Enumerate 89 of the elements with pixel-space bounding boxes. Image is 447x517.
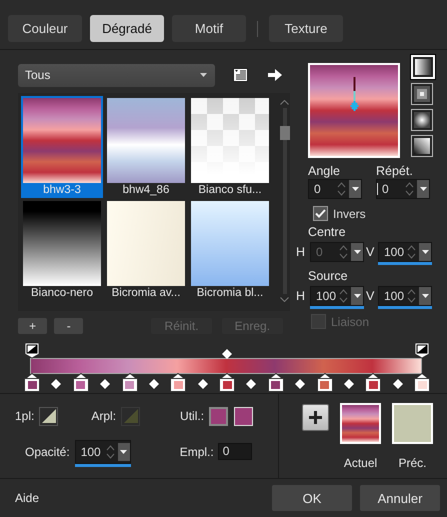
color-stop[interactable] — [268, 373, 284, 392]
midpoint-icon — [295, 378, 306, 389]
preset-button[interactable]: + — [18, 318, 48, 334]
gradient-preset[interactable]: Bianco-nero — [21, 199, 103, 301]
color-swatch[interactable] — [209, 406, 228, 426]
midpoint-icon — [222, 349, 232, 360]
caret-icon — [352, 187, 358, 191]
midpoint-icon — [344, 378, 354, 389]
section-label: Source — [307, 269, 349, 284]
axis-label: V — [366, 288, 376, 303]
section-label: Centre — [307, 225, 347, 240]
color-stop[interactable] — [219, 373, 235, 392]
field-label: Arpl: — [91, 409, 116, 424]
category-dropdown[interactable]: Tous — [18, 64, 215, 86]
plus-icon — [309, 411, 322, 424]
gradient-preset[interactable]: bhw4_86 — [105, 96, 187, 198]
caret-icon — [420, 187, 426, 191]
axis-label: H — [296, 288, 306, 303]
list-view-icon — [233, 68, 248, 82]
gradient-style-button[interactable] — [411, 135, 433, 157]
angle-handle-icon — [350, 75, 358, 113]
field-label: Empl.: — [180, 444, 214, 460]
caret-icon — [354, 250, 360, 254]
spin-arrows-icon — [339, 289, 348, 303]
spin-arrows-icon — [106, 445, 115, 460]
checkbox-label[interactable]: Invers — [333, 206, 366, 220]
spin-arrows-icon — [339, 245, 348, 259]
midpoint-icon — [51, 378, 62, 389]
add-swatch-button[interactable] — [302, 404, 329, 432]
midpoint-icon — [100, 378, 110, 389]
repeats-field[interactable]: 0 — [376, 179, 430, 199]
gradient-style-button[interactable] — [411, 83, 433, 105]
field-label: Répét. — [376, 164, 414, 179]
field-label: Opacité: — [25, 444, 70, 460]
preset-button[interactable]: - — [54, 318, 84, 334]
caret-icon — [422, 294, 428, 298]
color-stop[interactable] — [122, 373, 138, 392]
opacity-stop-icon — [24, 342, 40, 360]
caret-icon — [120, 450, 128, 454]
scroll-up-icon — [280, 100, 289, 105]
dialog-button[interactable]: Annuler — [360, 485, 440, 512]
spin-arrows-icon — [405, 182, 414, 196]
midpoint-icon — [198, 378, 208, 389]
number-field[interactable]: 100 — [310, 286, 364, 306]
gradient-style-button[interactable] — [411, 109, 433, 131]
swatch-label: Préc. — [398, 456, 426, 470]
color-stop[interactable] — [24, 373, 40, 392]
field-label: 1pl: — [15, 409, 34, 424]
axis-label: H — [296, 244, 306, 259]
spin-arrows-icon — [407, 289, 416, 303]
gradient-preset[interactable]: Bianco sfu... — [189, 96, 271, 198]
dialog-button[interactable]: OK — [272, 485, 352, 512]
caret-icon — [200, 73, 207, 77]
axis-label: V — [366, 244, 376, 259]
foreground-swatch[interactable] — [39, 406, 58, 426]
field-label: Angle — [308, 164, 341, 179]
color-stop[interactable] — [72, 373, 89, 392]
gradient-preset[interactable]: Bicromia bl... — [189, 199, 271, 301]
color-stop[interactable] — [365, 373, 382, 392]
number-field[interactable]: 100 — [378, 242, 432, 262]
midpoint-icon — [246, 378, 256, 389]
caret-icon — [422, 250, 428, 254]
help-link[interactable]: Aide — [15, 491, 40, 506]
scroll-down-icon — [280, 297, 289, 302]
tab[interactable]: Texture — [269, 15, 343, 42]
spin-arrows-icon — [407, 245, 416, 259]
gradient-swatch[interactable] — [340, 403, 381, 444]
tab[interactable]: Dégradé — [90, 15, 164, 42]
arrow-right-icon — [268, 69, 282, 81]
checkbox[interactable] — [313, 206, 328, 221]
gradient-preset[interactable]: bhw3-3 — [21, 96, 103, 198]
tab[interactable]: Couleur — [8, 15, 82, 42]
color-stop[interactable] — [316, 373, 332, 392]
opacity-stop-icon — [414, 342, 430, 360]
number-field[interactable]: 100 — [378, 286, 432, 306]
midpoint-icon — [148, 378, 159, 389]
color-stop[interactable] — [170, 373, 186, 392]
tab[interactable]: Motif — [172, 15, 246, 42]
angle-field[interactable]: 0 — [308, 179, 362, 199]
gradient-preset[interactable]: Bicromia av... — [105, 199, 187, 301]
swatch-label: Actuel — [344, 456, 378, 470]
opacity-field[interactable]: 100 — [74, 440, 131, 464]
caret-icon — [354, 294, 360, 298]
scroll-thumb[interactable] — [280, 126, 290, 140]
midpoint-icon — [392, 378, 403, 389]
spin-arrows-icon — [337, 182, 346, 196]
location-field[interactable]: 0 — [218, 443, 252, 460]
color-stop[interactable] — [414, 373, 430, 392]
field-label: Util.: — [180, 409, 204, 424]
